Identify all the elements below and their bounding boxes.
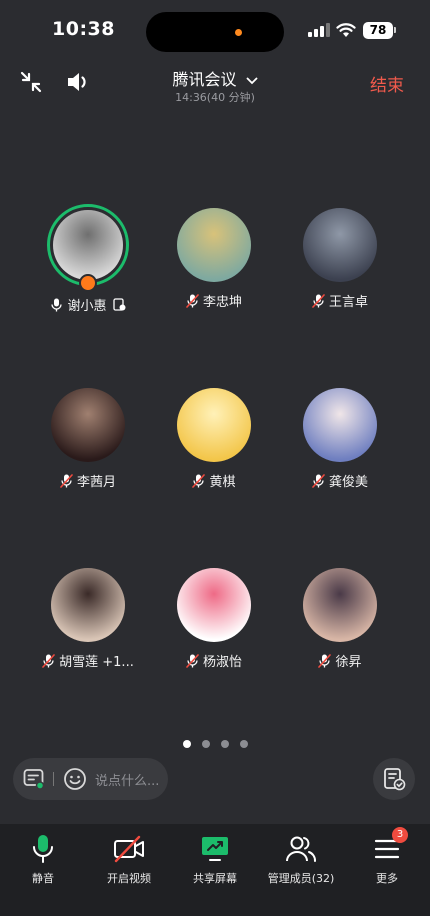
chat-input[interactable]: 说点什么... <box>95 770 159 789</box>
meeting-title-text: 腾讯会议 <box>172 70 237 89</box>
members-icon <box>286 836 316 862</box>
participant-name-row: 王言卓 <box>270 291 410 310</box>
avatar[interactable] <box>303 388 377 462</box>
chat-message-icon[interactable] <box>23 768 45 790</box>
participant-name-row: 徐昇 <box>270 651 410 670</box>
participant-tile[interactable]: 李忠坤 <box>144 208 284 310</box>
mute-label: 静音 <box>32 872 54 885</box>
share-screen-icon <box>202 837 228 861</box>
mute-button[interactable]: 静音 <box>0 834 86 886</box>
bottom-toolbar: 静音 开启视频 共享屏幕 管理成员(32) 3 更多 <box>0 824 430 916</box>
page-dot[interactable] <box>220 740 229 748</box>
status-bar: 10:38 78 <box>0 0 430 60</box>
microphone-icon <box>33 835 53 863</box>
page-indicator <box>0 740 430 748</box>
host-badge-icon <box>79 274 97 292</box>
manage-members-button[interactable]: 管理成员(32) <box>258 834 344 886</box>
more-badge: 3 <box>392 827 408 843</box>
avatar[interactable] <box>51 388 125 462</box>
chat-divider <box>53 772 54 786</box>
mic-muted-icon <box>312 293 325 308</box>
participant-tile[interactable]: 杨淑怡 <box>144 568 284 670</box>
meeting-header: 腾讯会议 14:36(40 分钟) 结束 <box>0 60 430 110</box>
page-dot[interactable] <box>182 740 191 748</box>
more-label: 更多 <box>376 872 398 885</box>
avatar[interactable] <box>51 568 125 642</box>
participant-name: 李茜月 <box>76 475 116 490</box>
mic-muted-icon <box>192 473 206 488</box>
participant-tile[interactable]: 李茜月 <box>18 388 158 490</box>
mic-muted-icon <box>60 473 73 488</box>
participant-name-row: 黄棋 <box>144 471 284 490</box>
participant-name: 王言卓 <box>328 295 368 310</box>
participant-name: 徐昇 <box>335 655 362 670</box>
avatar[interactable] <box>303 568 377 642</box>
share-screen-label: 共享屏幕 <box>193 872 237 885</box>
manage-members-label: 管理成员(32) <box>267 872 335 885</box>
video-off-icon <box>114 835 144 863</box>
cellular-signal-icon <box>308 23 330 37</box>
meeting-title[interactable]: 腾讯会议 <box>0 66 430 90</box>
participant-name-row: 胡雪莲 +1... <box>18 651 158 670</box>
page-dot[interactable] <box>201 740 210 748</box>
emoji-icon[interactable] <box>63 767 87 791</box>
page-dot[interactable] <box>239 740 248 748</box>
screen-share-status-icon <box>112 298 125 311</box>
more-button[interactable]: 3 更多 <box>344 827 430 886</box>
participant-tile[interactable]: 黄棋 <box>144 388 284 490</box>
participant-name: 龚俊美 <box>328 475 368 490</box>
participant-name-row: 谢小惠 <box>18 295 158 314</box>
start-video-label: 开启视频 <box>107 872 151 885</box>
participant-tile[interactable]: 龚俊美 <box>270 388 410 490</box>
chevron-down-icon <box>246 77 257 84</box>
participant-tile[interactable]: 胡雪莲 +1... <box>18 568 158 670</box>
participant-tile[interactable]: 谢小惠 <box>18 204 158 314</box>
mic-muted-icon <box>186 293 199 308</box>
mic-muted-icon <box>318 653 332 668</box>
wifi-icon <box>336 23 356 37</box>
mic-muted-icon <box>42 653 55 668</box>
end-meeting-button[interactable]: 结束 <box>370 71 404 96</box>
participant-name: 李忠坤 <box>202 295 242 310</box>
avatar[interactable] <box>47 204 129 292</box>
meeting-duration: 14:36(40 分钟) <box>175 91 255 104</box>
chat-bar[interactable]: 说点什么... <box>13 758 168 800</box>
recording-dot <box>235 29 242 36</box>
battery-cap <box>394 27 396 33</box>
participant-name: 杨淑怡 <box>202 655 242 670</box>
mic-muted-icon <box>186 653 199 668</box>
participant-grid: 谢小惠 李忠坤 王言卓李茜月 黄棋 龚俊美胡雪莲 +1... 杨淑怡 徐昇 <box>0 200 430 670</box>
avatar[interactable] <box>177 208 251 282</box>
participant-name: 胡雪莲 +1... <box>59 655 134 670</box>
document-button[interactable] <box>373 758 415 800</box>
battery-indicator: 78 <box>363 22 393 39</box>
share-screen-button[interactable]: 共享屏幕 <box>172 834 258 886</box>
participant-name-row: 李茜月 <box>18 471 158 490</box>
document-icon <box>384 768 406 791</box>
start-video-button[interactable]: 开启视频 <box>86 834 172 886</box>
participant-name-row: 李忠坤 <box>144 291 284 310</box>
avatar[interactable] <box>177 568 251 642</box>
mic-on-icon <box>51 298 63 311</box>
participant-tile[interactable]: 王言卓 <box>270 208 410 310</box>
participant-name: 谢小惠 <box>67 299 107 314</box>
participant-name-row: 杨淑怡 <box>144 651 284 670</box>
participant-name: 黄棋 <box>209 475 236 490</box>
mic-muted-icon <box>312 473 325 488</box>
dynamic-island <box>146 12 284 52</box>
participant-tile[interactable]: 徐昇 <box>270 568 410 670</box>
status-time: 10:38 <box>52 18 115 40</box>
avatar[interactable] <box>177 388 251 462</box>
avatar[interactable] <box>303 208 377 282</box>
participant-name-row: 龚俊美 <box>270 471 410 490</box>
